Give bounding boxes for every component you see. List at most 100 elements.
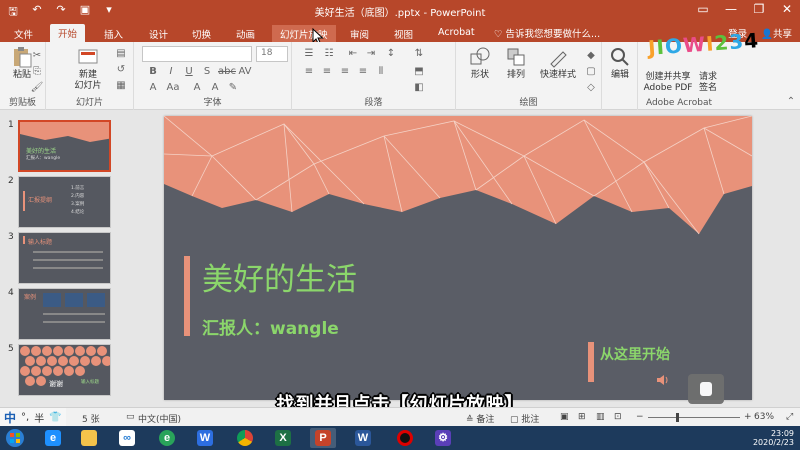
increase-indent-icon[interactable]: ⇥	[364, 48, 378, 60]
system-tray[interactable]: 23:09 2020/2/23	[753, 429, 794, 447]
shape-fill-icon[interactable]: ◆	[584, 50, 598, 62]
restore-icon[interactable]: ❐	[752, 2, 766, 16]
arrange-button[interactable]: 排列	[496, 46, 536, 81]
tab-review[interactable]: 审阅	[342, 25, 377, 42]
ime-width[interactable]: 半	[34, 410, 44, 425]
zoom-in-icon[interactable]: +	[744, 412, 752, 422]
tab-insert[interactable]: 插入	[96, 25, 131, 42]
main-slide[interactable]: 美好的生活 汇报人：wangle 从这里开始	[164, 116, 752, 400]
slideshow-view-icon[interactable]: ⊡	[614, 412, 622, 422]
ribbon-display-icon[interactable]: ▭	[696, 2, 710, 16]
comments-button[interactable]: ▢ 批注	[510, 412, 539, 425]
slide-sorter-icon[interactable]: ⊞	[578, 412, 586, 422]
request-signature-button[interactable]: 请求 签名	[690, 72, 726, 94]
tab-animations[interactable]: 动画	[228, 25, 263, 42]
slide-thumbnail-4[interactable]: 案例	[18, 288, 111, 340]
slide-title[interactable]: 美好的生活	[202, 254, 357, 299]
word-button[interactable]: W	[350, 428, 376, 448]
bold-icon[interactable]: B	[146, 66, 160, 78]
collapse-ribbon-icon[interactable]: ⌃	[784, 96, 798, 108]
tab-home[interactable]: 开始	[50, 24, 86, 42]
minimize-icon[interactable]: —	[724, 2, 738, 16]
clear-format-icon[interactable]: ✎	[226, 82, 240, 94]
share-button[interactable]: 👤共享	[761, 26, 792, 40]
zoom-level[interactable]: 63%	[754, 412, 774, 422]
zoom-slider[interactable]	[648, 413, 740, 422]
line-spacing-icon[interactable]: ↕	[384, 48, 398, 60]
text-direction-icon[interactable]: ⇅	[412, 48, 426, 60]
slide-thumbnail-2[interactable]: 汇报提纲 1.前言 2.内容 3.案例 4.结论	[18, 176, 111, 228]
settings-button[interactable]: ⚙	[430, 428, 456, 448]
ime-mode[interactable]: 中	[4, 409, 16, 426]
slide-reporter[interactable]: 汇报人：wangle	[202, 314, 339, 339]
baidu-netdisk-button[interactable]: ∞	[114, 428, 140, 448]
zoom-out-icon[interactable]: −	[636, 412, 644, 422]
slide-thumbnail-3[interactable]: 输入标题	[18, 232, 111, 284]
start-button[interactable]	[2, 428, 28, 448]
font-color-icon[interactable]: A	[146, 82, 160, 94]
chrome-button[interactable]	[232, 428, 258, 448]
ime-toolbar[interactable]: 中 °, 半 👕	[0, 408, 66, 427]
fit-slide-icon[interactable]: ⤢	[786, 412, 793, 422]
close-icon[interactable]: ✕	[780, 2, 794, 16]
new-slide-button[interactable]: 新建 幻灯片	[68, 46, 108, 92]
columns-icon[interactable]: ⫴	[374, 66, 388, 78]
font-name-box[interactable]	[142, 46, 252, 62]
slide-thumbnail-5[interactable]: 谢谢 输入标题	[18, 344, 111, 396]
increase-font-icon[interactable]: A	[190, 82, 204, 94]
section-icon[interactable]: ▦	[114, 80, 128, 92]
char-spacing-icon[interactable]: AV	[238, 66, 252, 78]
reset-icon[interactable]: ↺	[114, 64, 128, 76]
powerpoint-button[interactable]: P	[310, 428, 336, 448]
notes-button[interactable]: ≙ 备注	[466, 412, 494, 425]
edge-button[interactable]: e	[154, 428, 180, 448]
underline-icon[interactable]: U	[182, 66, 196, 78]
quick-styles-button[interactable]: 快速样式	[534, 46, 582, 81]
format-painter-icon[interactable]: 🖌	[30, 82, 44, 94]
tab-view[interactable]: 视图	[386, 25, 421, 42]
copy-icon[interactable]: ⎘	[30, 66, 44, 78]
italic-icon[interactable]: I	[164, 66, 178, 78]
slide-start-text[interactable]: 从这里开始	[600, 344, 670, 364]
font-size-box[interactable]: 18	[256, 46, 288, 62]
shapes-button[interactable]: 形状	[460, 46, 500, 81]
tell-me-search[interactable]: ♡ 告诉我您想要做什么...	[494, 26, 600, 40]
shape-outline-icon[interactable]: ▢	[584, 66, 598, 78]
tab-transitions[interactable]: 切换	[184, 25, 219, 42]
bullets-icon[interactable]: ☰	[302, 48, 316, 60]
spellcheck-icon[interactable]: ▭	[126, 412, 135, 422]
zoom-slider-knob[interactable]	[675, 413, 679, 422]
ime-skin-icon[interactable]: 👕	[49, 412, 61, 423]
tab-acrobat[interactable]: Acrobat	[430, 25, 483, 42]
strikethrough-icon[interactable]: abc	[218, 66, 236, 78]
speaker-icon[interactable]	[656, 374, 670, 386]
file-explorer-button[interactable]	[76, 428, 102, 448]
normal-view-icon[interactable]: ▣	[560, 412, 569, 422]
ie-button[interactable]: e	[40, 428, 66, 448]
shadow-icon[interactable]: S	[200, 66, 214, 78]
layout-icon[interactable]: ▤	[114, 48, 128, 60]
create-share-pdf-button[interactable]: 创建并共享 Adobe PDF	[640, 72, 696, 94]
tab-file[interactable]: 文件	[6, 25, 41, 42]
ime-punct[interactable]: °,	[21, 412, 29, 423]
slide-thumbnail-1[interactable]: 美好的生活 汇报人：wangle	[18, 120, 111, 172]
decrease-indent-icon[interactable]: ⇤	[346, 48, 360, 60]
align-left-icon[interactable]: ≡	[302, 66, 316, 78]
shape-effects-icon[interactable]: ◇	[584, 82, 598, 94]
numbering-icon[interactable]: ☷	[322, 48, 336, 60]
decrease-font-icon[interactable]: A	[208, 82, 222, 94]
font-grow-icon[interactable]: Aa	[166, 82, 180, 94]
editing-button[interactable]: 编辑	[600, 46, 640, 81]
align-center-icon[interactable]: ≡	[320, 66, 334, 78]
recorder-button[interactable]	[392, 428, 418, 448]
cut-icon[interactable]: ✂	[30, 50, 44, 62]
smartart-icon[interactable]: ◧	[412, 82, 426, 94]
excel-button[interactable]: X	[270, 428, 296, 448]
align-right-icon[interactable]: ≡	[338, 66, 352, 78]
wps-button[interactable]: W	[192, 428, 218, 448]
reading-view-icon[interactable]: ▥	[596, 412, 605, 422]
tab-slideshow[interactable]: 幻灯片放映	[272, 25, 336, 42]
align-text-icon[interactable]: ⬒	[412, 66, 426, 78]
justify-icon[interactable]: ≡	[356, 66, 370, 78]
language-indicator[interactable]: 中文(中国)	[138, 412, 181, 425]
